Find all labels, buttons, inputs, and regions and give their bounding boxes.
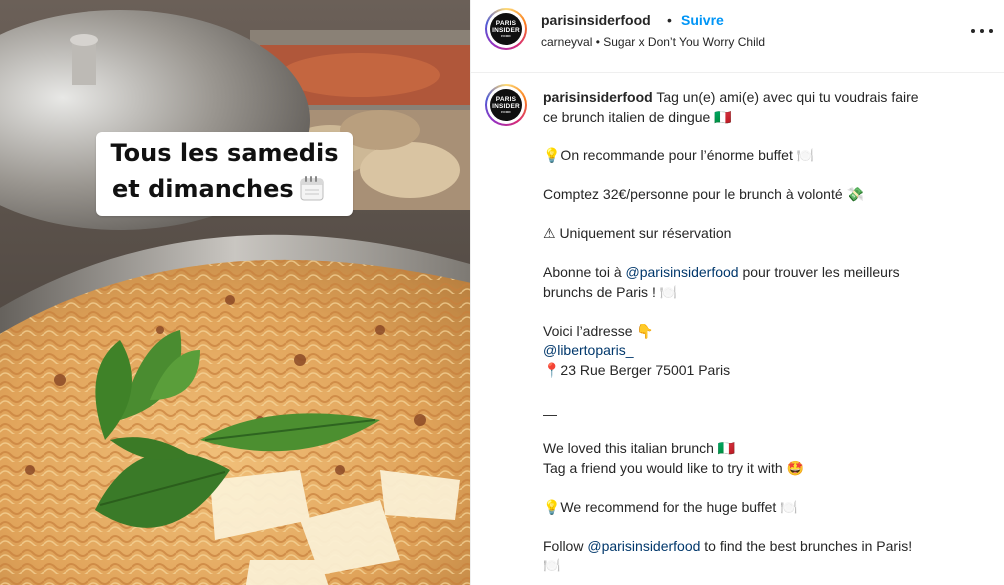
caption-recommend: 💡On recommande pour l’énorme buffet 🍽️ xyxy=(543,147,815,163)
calendar-icon xyxy=(300,176,324,201)
caption-address-label: Voici l’adresse 👇 xyxy=(543,322,654,339)
caption-en-tag: Tag a friend you would like to try it wi… xyxy=(543,459,804,476)
food-photo xyxy=(0,0,470,585)
caption-price: Comptez 32€/personne pour le brunch à vo… xyxy=(543,186,864,202)
mention-link[interactable]: @parisinsiderfood xyxy=(587,538,700,554)
caption-en-loved: We loved this italian brunch 🇮🇹 xyxy=(543,440,736,456)
caption-text-line1: Tag un(e) ami(e) avec qui tu voudrais fa… xyxy=(652,89,919,105)
subscribe-suffix: pour trouver les meilleurs xyxy=(738,264,900,280)
caption-address-street: 📍23 Rue Berger 75001 Paris xyxy=(543,361,731,378)
overlay-text-card: Tous les samedis et dimanches xyxy=(96,132,353,216)
post-side-panel: PARIS INSIDER FOOD parisinsiderfood • Su… xyxy=(470,0,1004,585)
more-dot-icon xyxy=(971,29,975,33)
avatar-logo: PARIS INSIDER FOOD xyxy=(490,89,522,121)
mention-link[interactable]: @parisinsiderfood xyxy=(626,264,739,280)
caption-avatar[interactable]: PARIS INSIDER FOOD xyxy=(485,84,527,126)
follow-suffix: to find the best brunches in Paris! xyxy=(700,537,913,554)
post-media[interactable]: Tous les samedis et dimanches xyxy=(0,0,470,585)
overlay-line-2: et dimanches xyxy=(96,175,353,203)
follow-prefix: Follow xyxy=(543,537,588,554)
caption-en-follow: Follow @parisinsiderfood to find the bes… xyxy=(543,537,912,557)
avatar[interactable]: PARIS INSIDER FOOD xyxy=(485,8,527,50)
caption-reservation: ⚠ Uniquement sur réservation xyxy=(543,225,732,241)
more-dot-icon xyxy=(989,29,993,33)
subscribe-prefix: Abonne toi à xyxy=(543,264,626,280)
caption-en-recommend: 💡We recommend for the huge buffet 🍽️ xyxy=(543,498,798,515)
header-audio-subtitle[interactable]: carneyval • Sugar x Don’t You Worry Chil… xyxy=(541,35,765,49)
overlay-line-2-text: et dimanches xyxy=(112,175,294,203)
caption-en-follow-line2: 🍽️ xyxy=(543,557,561,573)
caption-subscribe-line2: brunchs de Paris ! 🍽️ xyxy=(543,283,678,300)
more-options-button[interactable] xyxy=(971,26,993,36)
avatar-logo: PARIS INSIDER FOOD xyxy=(490,13,522,45)
caption-username[interactable]: parisinsiderfood xyxy=(543,89,653,105)
address-mention-link[interactable]: @libertoparis_ xyxy=(543,341,633,361)
overlay-line-1: Tous les samedis xyxy=(110,139,339,167)
follow-button[interactable]: Suivre xyxy=(681,12,724,28)
post-header: PARIS INSIDER FOOD parisinsiderfood • Su… xyxy=(471,0,1004,73)
caption-dash: — xyxy=(543,406,557,422)
caption-subscribe: Abonne toi à @parisinsiderfood pour trou… xyxy=(543,263,900,283)
header-username[interactable]: parisinsiderfood xyxy=(541,12,651,28)
header-separator: • xyxy=(667,12,672,28)
caption-intro: parisinsiderfood Tag un(e) ami(e) avec q… xyxy=(543,88,993,127)
caption-text-line2: ce brunch italien de dingue 🇮🇹 xyxy=(543,108,732,125)
more-dot-icon xyxy=(980,29,984,33)
